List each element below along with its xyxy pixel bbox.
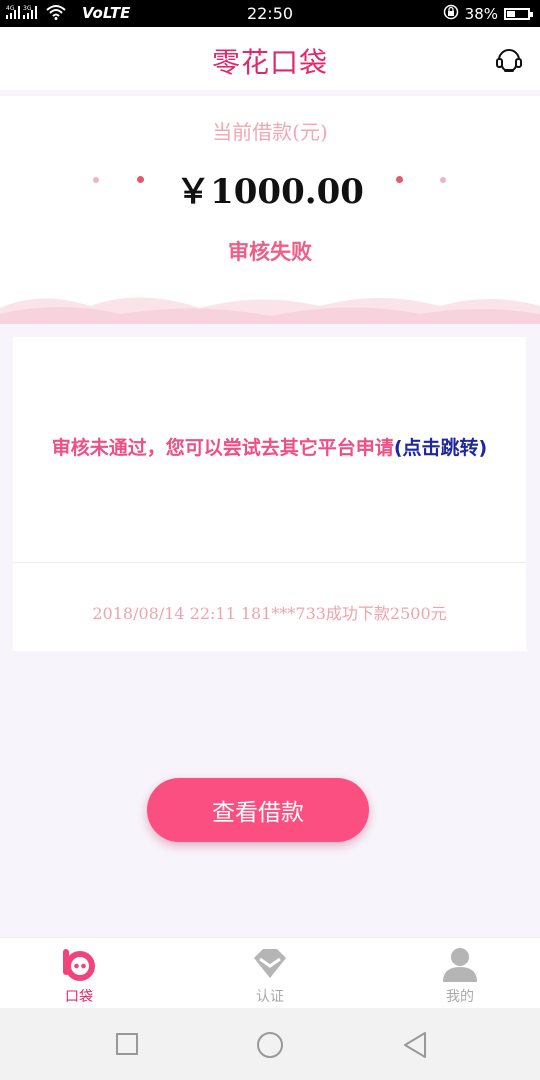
rejection-text: 审核未通过，您可以尝试去其它平台申请 [51,437,394,459]
notice-card: 审核未通过，您可以尝试去其它平台申请(点击跳转) 2018/08/14 22:1… [13,337,526,651]
diamond-icon [254,949,286,978]
person-icon [443,948,477,982]
system-nav-bar [0,1008,540,1080]
divider [13,562,526,563]
jump-link[interactable]: (点击跳转) [394,437,487,459]
triangle-back-icon [404,1032,426,1058]
square-icon [116,1033,138,1055]
tab-verify[interactable]: 认证 [210,938,330,1009]
tab-pocket[interactable]: 口袋 [19,938,139,1009]
view-loan-button[interactable]: 查看借款 [147,778,369,842]
battery-percent: 38% [464,5,498,23]
home-button[interactable] [256,1031,284,1063]
loan-ticker: 2018/08/14 22:11 181***733成功下款2500元 [92,604,447,623]
loan-label: 当前借款(元) [212,120,328,144]
tab-label: 认证 [256,989,284,1005]
loan-summary: 当前借款(元) ￥1000.00 审核失败 [0,96,540,324]
recent-apps-button[interactable] [116,1033,138,1059]
decor-dot [396,176,403,183]
page-title: 零花口袋 [211,46,328,79]
status-bar: 4G 3G VoLTE 22:50 38% [0,0,540,27]
status-right: 38% [443,4,533,24]
headset-icon[interactable] [494,44,524,74]
battery-icon [504,8,533,20]
bottom-tab-bar: 口袋 认证 我的 [0,937,540,1009]
pocket-icon [63,949,95,981]
rotation-lock-icon [443,4,459,24]
back-button[interactable] [402,1031,428,1063]
loan-status: 审核失败 [228,240,312,264]
circle-icon [257,1032,283,1058]
decor-dot [440,177,446,183]
tab-mine[interactable]: 我的 [400,938,520,1009]
notice-message: 审核未通过，您可以尝试去其它平台申请(点击跳转) [13,433,526,460]
tab-label: 我的 [446,989,474,1005]
app-header: 零花口袋 [0,27,540,90]
battery-level [507,11,515,17]
wave-decoration [0,297,540,324]
tab-label: 口袋 [65,989,93,1005]
loan-amount: ￥1000.00 [176,172,364,212]
